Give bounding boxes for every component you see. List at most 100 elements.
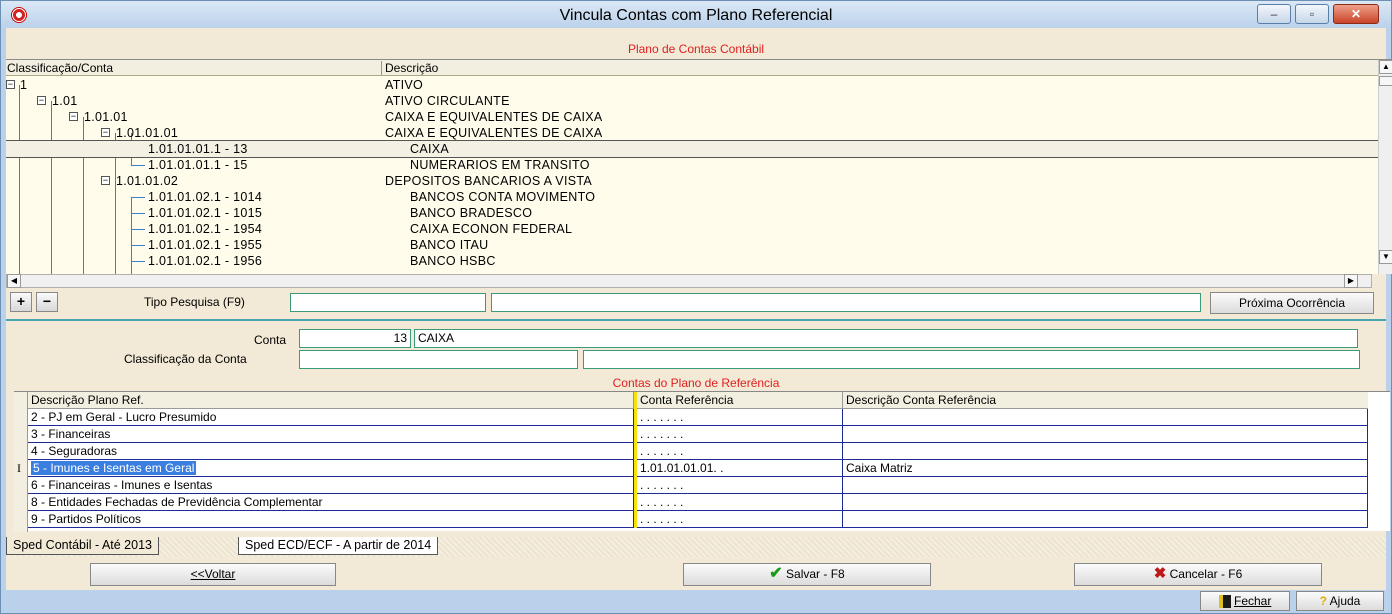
tree-row-selected[interactable]: 1.01.01.01.1 - 13 CAIXA bbox=[6, 140, 1379, 158]
tree-row-desc: DEPOSITOS BANCARIOS A VISTA bbox=[385, 174, 593, 188]
scroll-left-icon[interactable]: ◀ bbox=[7, 274, 21, 288]
collapse-icon[interactable]: − bbox=[69, 112, 78, 121]
tree-row-code: 1.01.01.02.1 - 1014 bbox=[148, 190, 263, 204]
tree-row[interactable]: 1.01.01.01.1 - 15 NUMERARIOS EM TRANSITO bbox=[6, 157, 1378, 173]
conta-number-field[interactable]: 13 bbox=[299, 329, 411, 348]
tree-row[interactable]: 1.01.01.02.1 - 1014 BANCOS CONTA MOVIMEN… bbox=[6, 189, 1378, 205]
check-icon: ✔ bbox=[769, 565, 783, 582]
tree-row-desc: ATIVO CIRCULANTE bbox=[385, 94, 510, 108]
col-conta-referencia-header[interactable]: Conta Referência bbox=[637, 392, 843, 409]
collapse-icon[interactable]: − bbox=[101, 128, 110, 137]
tree-row[interactable]: − 1.01.01.02 DEPOSITOS BANCARIOS A VISTA bbox=[6, 173, 1378, 189]
column-focus-line bbox=[634, 392, 637, 528]
tree-row-desc: CAIXA E EQUIVALENTES DE CAIXA bbox=[385, 110, 603, 124]
tab-sped-ecd-ecf[interactable]: Sped ECD/ECF - A partir de 2014 bbox=[238, 537, 439, 555]
cell-desc-ref[interactable] bbox=[843, 426, 1368, 443]
tree-row-code: 1.01.01 bbox=[84, 110, 128, 124]
expand-all-button[interactable]: + bbox=[10, 292, 32, 312]
tree-row-code: 1.01.01.01.1 - 15 bbox=[148, 158, 248, 172]
tree-row[interactable]: − 1.01 ATIVO CIRCULANTE bbox=[6, 93, 1378, 109]
cell-conta-ref[interactable]: . . . . . . . bbox=[637, 409, 843, 426]
voltar-button[interactable]: <<Voltar bbox=[90, 563, 336, 586]
cell-desc-ref[interactable] bbox=[843, 477, 1368, 494]
cell-desc-ref[interactable] bbox=[843, 409, 1368, 426]
search-text-input[interactable] bbox=[491, 293, 1201, 312]
tree-vertical-scrollbar[interactable]: ▲ ▼ bbox=[1378, 60, 1392, 274]
conta-name-field[interactable]: CAIXA bbox=[414, 329, 1358, 348]
collapse-icon[interactable]: − bbox=[101, 176, 110, 185]
tree-row-code: 1.01.01.01.1 - 13 bbox=[148, 142, 248, 156]
tree-row[interactable]: 1.01.01.02.1 - 1956 BANCO HSBC bbox=[6, 253, 1378, 269]
table-row[interactable]: 2 - PJ em Geral - Lucro Presumido . . . … bbox=[14, 409, 1368, 426]
tree-row[interactable]: − 1 ATIVO bbox=[6, 77, 1378, 93]
tree-row-code: 1.01 bbox=[52, 94, 78, 108]
table-row[interactable]: 6 - Financeiras - Imunes e Isentas . . .… bbox=[14, 477, 1368, 494]
cell-desc-ref[interactable] bbox=[843, 494, 1368, 511]
plano-referencia-grid[interactable]: I Descrição Plano Ref. Conta Referência … bbox=[14, 391, 1390, 532]
cancelar-label: Cancelar - F6 bbox=[1169, 567, 1243, 581]
cell-conta-ref[interactable]: 1.01.01.01.01. . bbox=[637, 460, 843, 477]
ajuda-button[interactable]: ? Ajuda bbox=[1296, 591, 1384, 611]
tree-row[interactable]: 1.01.01.02.1 - 1954 CAIXA ECONON FEDERAL bbox=[6, 221, 1378, 237]
cell-desc-ref[interactable]: Caixa Matriz bbox=[843, 460, 1368, 477]
cell-conta-ref[interactable]: . . . . . . . bbox=[637, 494, 843, 511]
table-row[interactable]: 9 - Partidos Políticos . . . . . . . bbox=[14, 511, 1368, 528]
classificacao-desc-field[interactable] bbox=[583, 350, 1360, 369]
cell-plano[interactable]: 6 - Financeiras - Imunes e Isentas bbox=[28, 477, 634, 494]
table-row[interactable]: 4 - Seguradoras . . . . . . . bbox=[14, 443, 1368, 460]
cell-plano[interactable]: 2 - PJ em Geral - Lucro Presumido bbox=[28, 409, 634, 426]
cancelar-button[interactable]: ✖ Cancelar - F6 bbox=[1074, 563, 1322, 586]
tree-row[interactable]: − 1.01.01 CAIXA E EQUIVALENTES DE CAIXA bbox=[6, 109, 1378, 125]
collapse-icon[interactable]: − bbox=[6, 80, 15, 89]
tree-row-code: 1.01.01.02.1 - 1015 bbox=[148, 206, 263, 220]
table-row[interactable]: 3 - Financeiras . . . . . . . bbox=[14, 426, 1368, 443]
cell-conta-ref[interactable]: . . . . . . . bbox=[637, 511, 843, 528]
cell-plano[interactable]: 8 - Entidades Fechadas de Previdência Co… bbox=[28, 494, 634, 511]
salvar-button[interactable]: ✔ Salvar - F8 bbox=[683, 563, 931, 586]
window-title: Vincula Contas com Plano Referencial bbox=[559, 7, 833, 24]
tab-sped-contabil[interactable]: Sped Contábil - Até 2013 bbox=[6, 537, 159, 555]
table-row-selected[interactable]: 5 - Imunes e Isentas em Geral 1.01.01.01… bbox=[14, 460, 1368, 477]
status-bar: Fechar ? Ajuda bbox=[6, 590, 1386, 612]
cell-conta-ref[interactable]: . . . . . . . bbox=[637, 426, 843, 443]
cell-plano[interactable]: 5 - Imunes e Isentas em Geral bbox=[28, 460, 634, 477]
fechar-button[interactable]: Fechar bbox=[1200, 591, 1290, 611]
cell-plano[interactable]: 3 - Financeiras bbox=[28, 426, 634, 443]
tab-strip: Sped Contábil - Até 2013 Sped ECD/ECF - … bbox=[6, 537, 1386, 557]
scroll-up-icon[interactable]: ▲ bbox=[1379, 60, 1392, 74]
col-descricao-header[interactable]: Descrição bbox=[385, 61, 438, 75]
door-icon bbox=[1218, 595, 1231, 609]
maximize-button[interactable]: ▫ bbox=[1295, 4, 1329, 24]
collapse-all-button[interactable]: − bbox=[36, 292, 58, 312]
scroll-right-icon[interactable]: ▶ bbox=[1344, 274, 1358, 288]
collapse-icon[interactable]: − bbox=[37, 96, 46, 105]
scroll-thumb[interactable] bbox=[1379, 76, 1392, 86]
cell-desc-ref[interactable] bbox=[843, 511, 1368, 528]
tree-horizontal-scrollbar[interactable]: ◀ ▶ bbox=[6, 274, 1372, 288]
tipo-pesquisa-input[interactable] bbox=[290, 293, 486, 312]
cell-conta-ref[interactable]: . . . . . . . bbox=[637, 443, 843, 460]
tree-row[interactable]: 1.01.01.02.1 - 1955 BANCO ITAU bbox=[6, 237, 1378, 253]
tree-row-code: 1.01.01.02.1 - 1955 bbox=[148, 238, 263, 252]
minimize-button[interactable]: ‒ bbox=[1257, 4, 1291, 24]
proxima-ocorrencia-button[interactable]: Próxima Ocorrência bbox=[1210, 292, 1374, 314]
cell-conta-ref[interactable]: . . . . . . . bbox=[637, 477, 843, 494]
plano-contas-tree[interactable]: Classificação/Conta Descrição − 1 ATIVO … bbox=[6, 59, 1392, 274]
col-desc-conta-ref-header[interactable]: Descrição Conta Referência bbox=[843, 392, 1368, 409]
col-descricao-plano-header[interactable]: Descrição Plano Ref. bbox=[28, 392, 634, 409]
cell-plano[interactable]: 4 - Seguradoras bbox=[28, 443, 634, 460]
cell-plano[interactable]: 9 - Partidos Políticos bbox=[28, 511, 634, 528]
voltar-label: <<Voltar bbox=[190, 567, 236, 581]
table-row[interactable]: 8 - Entidades Fechadas de Previdência Co… bbox=[14, 494, 1368, 511]
classificacao-field[interactable] bbox=[299, 350, 578, 369]
scroll-down-icon[interactable]: ▼ bbox=[1379, 250, 1392, 264]
tree-row[interactable]: − 1.01.01.01 CAIXA E EQUIVALENTES DE CAI… bbox=[6, 125, 1378, 141]
title-bar[interactable]: Vincula Contas com Plano Referencial ‒ ▫… bbox=[1, 1, 1391, 29]
tree-row-code: 1 bbox=[20, 78, 28, 92]
cell-desc-ref[interactable] bbox=[843, 443, 1368, 460]
close-button[interactable]: ✕ bbox=[1333, 4, 1379, 24]
classificacao-label: Classificação da Conta bbox=[124, 352, 247, 366]
tree-row-desc: BANCO ITAU bbox=[410, 238, 489, 252]
col-classificacao-header[interactable]: Classificação/Conta bbox=[7, 61, 113, 75]
tree-row[interactable]: 1.01.01.02.1 - 1015 BANCO BRADESCO bbox=[6, 205, 1378, 221]
